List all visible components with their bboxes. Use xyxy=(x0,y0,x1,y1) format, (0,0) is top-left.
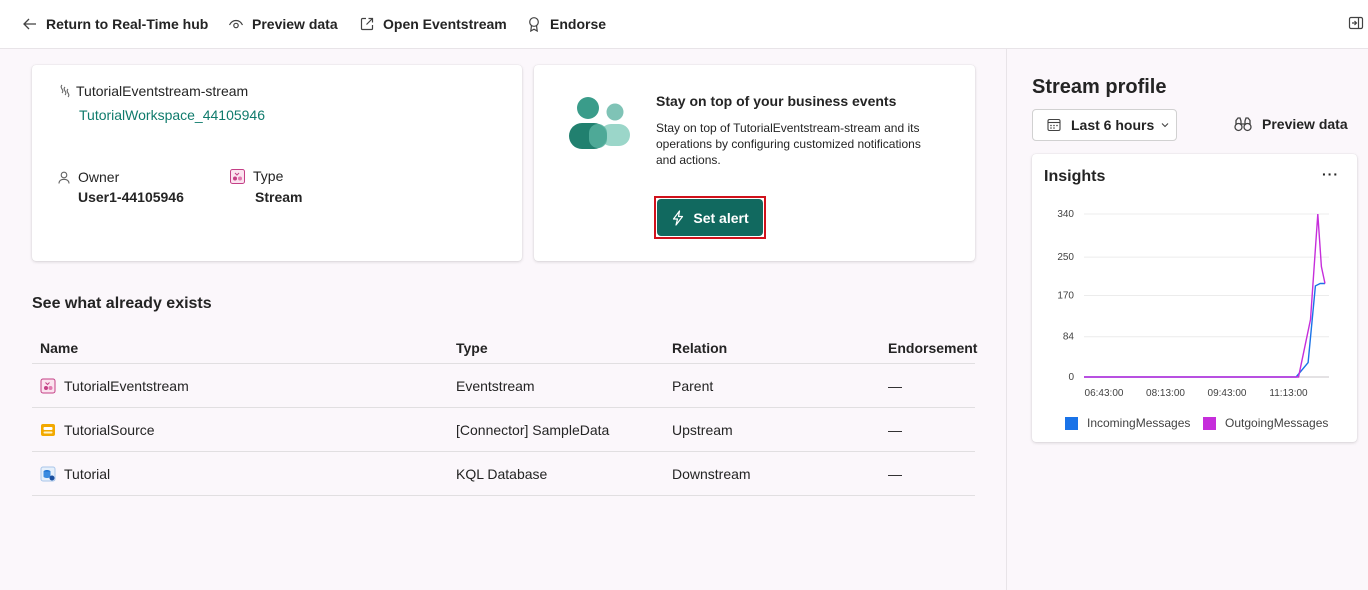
legend-incoming[interactable]: IncomingMessages xyxy=(1065,416,1190,430)
legend-incoming-swatch xyxy=(1065,416,1078,430)
legend-outgoing-swatch xyxy=(1203,416,1216,430)
alert-card: Stay on top of your business events Stay… xyxy=(534,65,975,261)
stream-name: TutorialEventstream-stream xyxy=(58,83,248,99)
return-to-hub-button[interactable]: Return to Real-Time hub xyxy=(22,13,208,35)
column-header-relation[interactable]: Relation xyxy=(672,340,727,356)
eventstream-icon xyxy=(230,168,245,184)
x-tick-label: 11:13:00 xyxy=(1269,388,1308,399)
row-relation-cell: Parent xyxy=(672,378,714,394)
eventstream-icon xyxy=(40,378,56,394)
stream-info-card: TutorialEventstream-stream TutorialWorks… xyxy=(32,65,522,261)
preview-data-label: Preview data xyxy=(252,16,338,32)
insights-title: Insights xyxy=(1044,168,1106,185)
panel-collapse-icon[interactable] xyxy=(1348,15,1364,31)
type-value: Stream xyxy=(255,189,303,205)
stream-profile-panel: Stream profile Last 6 hours Preview data… xyxy=(1008,49,1368,590)
x-tick-label: 08:13:00 xyxy=(1146,388,1185,399)
existing-items-title: See what already exists xyxy=(32,295,212,312)
top-toolbar: Return to Real-Time hub Preview data Ope… xyxy=(0,0,1368,49)
insights-chart: 0 84 170 250 340 06:43:00 08:13:00 09:43:00 11:1… xyxy=(1057,209,1329,399)
time-range-label: Last 6 hours xyxy=(1071,117,1155,133)
row-name-cell: Tutorial xyxy=(40,466,110,482)
insights-card: Insights ··· 0 84 170 250 340 06:43:00 08:13:0… xyxy=(1032,154,1357,442)
row-type-cell: Eventstream xyxy=(456,378,535,394)
stream-icon xyxy=(60,84,70,98)
time-range-dropdown[interactable]: Last 6 hours xyxy=(1032,109,1177,141)
y-tick-label: 340 xyxy=(1057,209,1074,220)
side-preview-data-button[interactable]: Preview data xyxy=(1234,116,1348,132)
type-label: Type xyxy=(230,168,283,184)
y-tick-label: 84 xyxy=(1063,332,1075,343)
person-icon xyxy=(58,171,70,184)
legend-outgoing[interactable]: OutgoingMessages xyxy=(1203,416,1328,430)
ribbon-icon xyxy=(529,17,539,32)
eye-icon xyxy=(228,19,244,29)
more-options-button[interactable]: ··· xyxy=(1322,166,1339,182)
kql-database-icon xyxy=(40,466,56,482)
row-endorsement-cell: — xyxy=(888,378,902,394)
row-relation-cell: Downstream xyxy=(672,466,751,482)
lightning-icon xyxy=(673,209,684,226)
related-items-table: Name Type Relation Endorsement TutorialE… xyxy=(32,334,977,496)
series-line-incoming[interactable] xyxy=(1084,282,1325,378)
row-type-cell: [Connector] SampleData xyxy=(456,422,610,438)
row-relation-cell: Upstream xyxy=(672,422,733,438)
alert-description: Stay on top of TutorialEventstream-strea… xyxy=(656,121,921,167)
binoculars-icon xyxy=(1234,117,1252,132)
main-content: TutorialEventstream-stream TutorialWorks… xyxy=(0,49,1007,590)
open-eventstream-label: Open Eventstream xyxy=(383,16,507,32)
people-illustration-icon xyxy=(569,97,630,149)
stream-profile-title: Stream profile xyxy=(1032,76,1167,98)
row-type-cell: KQL Database xyxy=(456,466,548,482)
arrow-left-icon xyxy=(23,18,36,30)
row-name-cell: TutorialSource xyxy=(40,422,155,438)
workspace-link[interactable]: TutorialWorkspace_44105946 xyxy=(79,107,265,123)
set-alert-button[interactable]: Set alert xyxy=(657,199,763,236)
table-row[interactable]: TutorialEventstream Eventstream Parent — xyxy=(32,364,975,408)
return-to-hub-label: Return to Real-Time hub xyxy=(46,16,209,32)
open-eventstream-button[interactable]: Open Eventstream xyxy=(359,13,507,35)
owner-label: Owner xyxy=(58,169,119,185)
y-tick-label: 170 xyxy=(1057,291,1074,302)
calendar-icon xyxy=(1047,118,1061,132)
column-header-name[interactable]: Name xyxy=(40,340,78,356)
column-header-endorsement[interactable]: Endorsement xyxy=(888,340,977,356)
set-alert-label: Set alert xyxy=(693,209,749,226)
row-endorsement-cell: — xyxy=(888,466,902,482)
y-tick-label: 0 xyxy=(1068,372,1074,383)
row-endorsement-cell: — xyxy=(888,422,902,438)
chevron-down-icon xyxy=(1161,123,1169,128)
table-row[interactable]: Tutorial KQL Database Downstream — xyxy=(32,452,975,496)
alert-title: Stay on top of your business events xyxy=(656,93,897,109)
x-tick-label: 06:43:00 xyxy=(1085,388,1124,399)
table-row[interactable]: TutorialSource [Connector] SampleData Up… xyxy=(32,408,975,452)
table-header: Name Type Relation Endorsement xyxy=(32,334,977,364)
endorse-label: Endorse xyxy=(550,16,607,32)
preview-data-button[interactable]: Preview data xyxy=(228,13,338,35)
owner-value: User1-44105946 xyxy=(78,189,184,205)
x-tick-label: 09:43:00 xyxy=(1208,388,1247,399)
open-external-icon xyxy=(360,17,374,31)
endorse-button[interactable]: Endorse xyxy=(526,13,606,35)
stream-name-label: TutorialEventstream-stream xyxy=(76,83,249,99)
column-header-type[interactable]: Type xyxy=(456,340,488,356)
connector-icon xyxy=(41,424,55,436)
row-name-cell: TutorialEventstream xyxy=(40,378,189,394)
y-tick-label: 250 xyxy=(1057,252,1074,263)
side-preview-data-label: Preview data xyxy=(1262,116,1348,132)
